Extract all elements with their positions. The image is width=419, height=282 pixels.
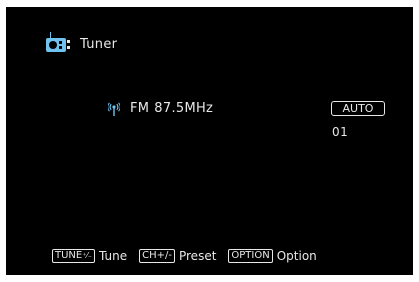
option-hint: Option xyxy=(276,249,317,263)
tune-hint: Tune xyxy=(99,249,128,263)
radio-icon xyxy=(46,31,70,52)
page-title: Tuner xyxy=(80,37,118,52)
antenna-icon xyxy=(108,101,120,116)
option-key-icon: OPTION xyxy=(228,249,273,263)
frequency-value: 87.5MHz xyxy=(154,101,214,116)
preset-number: 01 xyxy=(332,125,349,139)
preset-hint: Preset xyxy=(178,249,217,263)
tuning-mode-badge: AUTO xyxy=(331,101,385,116)
tuner-header: Tuner xyxy=(46,31,118,52)
station-frequency: FM 87.5MHz xyxy=(108,101,213,116)
band-label: FM xyxy=(130,101,150,116)
footer-hints: TUNE⁺⁄₋ Tune CH+/- Preset OPTION Option xyxy=(52,249,317,263)
channel-key-icon: CH+/- xyxy=(139,249,175,263)
tune-key-icon: TUNE⁺⁄₋ xyxy=(52,249,96,263)
tuner-screen: Tuner FM 87.5MHz AUTO 01 TUNE⁺⁄₋ Tune CH… xyxy=(6,7,413,275)
